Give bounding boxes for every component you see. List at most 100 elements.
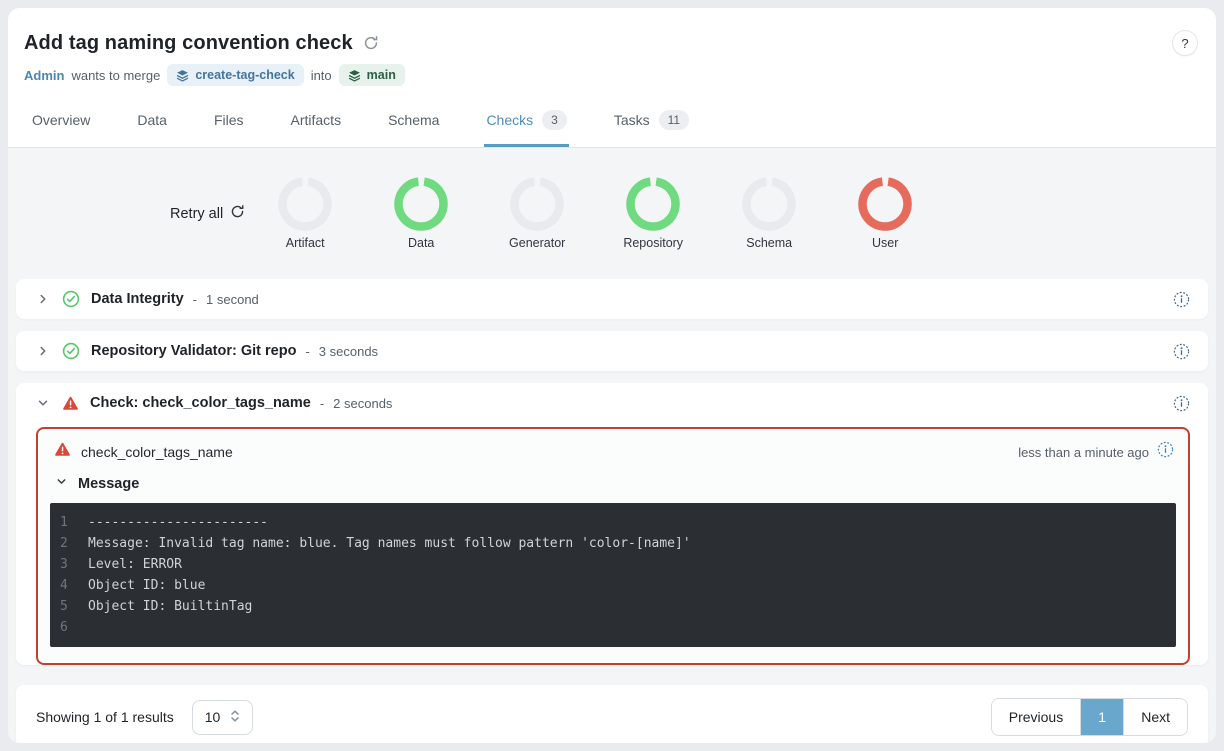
warning-triangle-icon <box>54 442 71 462</box>
page-header: Add tag naming convention check ? Admin … <box>8 8 1216 148</box>
tab-tasks[interactable]: Tasks 11 <box>612 108 691 147</box>
alert-header: check_color_tags_name less than a minute… <box>38 429 1188 471</box>
pagination: Previous 1 Next <box>991 698 1188 736</box>
check-duration: 3 seconds <box>319 344 378 359</box>
line-number: 6 <box>60 617 76 638</box>
checks-count-badge: 3 <box>542 110 567 130</box>
separator: - <box>305 344 309 359</box>
tab-label: Tasks <box>614 112 650 128</box>
gauge-schema[interactable]: Schema <box>711 177 827 250</box>
check-error-panel: check_color_tags_name less than a minute… <box>36 427 1190 665</box>
previous-page-button[interactable]: Previous <box>992 699 1080 735</box>
merge-text: wants to merge <box>71 68 160 83</box>
line-text: Object ID: BuiltinTag <box>88 596 252 617</box>
line-text: Object ID: blue <box>88 575 205 596</box>
source-branch-badge[interactable]: create-tag-check <box>167 64 303 86</box>
results-count-text: Showing 1 of 1 results <box>36 709 174 725</box>
gauge-generator[interactable]: Generator <box>479 177 595 250</box>
chevron-down-icon <box>55 475 68 493</box>
check-row-data-integrity: Data Integrity - 1 second <box>16 279 1208 319</box>
chevron-right-icon[interactable] <box>36 292 50 306</box>
retry-row: Retry all Artifact Data Generator <box>16 148 1208 279</box>
gauge-label: Repository <box>623 236 683 250</box>
progress-ring-icon <box>394 177 448 231</box>
message-section-label: Message <box>78 476 139 492</box>
error-log-code-block[interactable]: 1----------------------- 2Message: Inval… <box>50 503 1176 647</box>
gauge-label: Schema <box>746 236 792 250</box>
code-line: 4 Object ID: blue <box>50 575 1176 596</box>
gauge-label: User <box>872 236 898 250</box>
check-title: Data Integrity <box>91 291 184 307</box>
gauge-user[interactable]: User <box>827 177 943 250</box>
refresh-icon <box>230 204 245 223</box>
refresh-icon[interactable] <box>363 35 379 51</box>
page-size-select[interactable]: 10 <box>192 700 254 735</box>
tasks-count-badge: 11 <box>659 110 689 130</box>
target-branch-label: main <box>367 68 396 82</box>
gauge-label: Generator <box>509 236 565 250</box>
merge-request-page: Add tag naming convention check ? Admin … <box>8 8 1216 743</box>
gauge-repository[interactable]: Repository <box>595 177 711 250</box>
check-row-header[interactable]: Check: check_color_tags_name - 2 seconds <box>16 383 1208 423</box>
tab-artifacts[interactable]: Artifacts <box>289 108 344 147</box>
tab-label: Overview <box>32 112 90 128</box>
current-page-button[interactable]: 1 <box>1080 699 1124 735</box>
help-button[interactable]: ? <box>1172 30 1198 56</box>
progress-ring-icon <box>510 177 564 231</box>
tab-label: Data <box>137 112 167 128</box>
code-line: 5Object ID: BuiltinTag <box>50 596 1176 617</box>
line-text: Message: Invalid tag name: blue. Tag nam… <box>88 533 691 554</box>
info-icon[interactable] <box>1173 395 1190 412</box>
layers-icon <box>348 69 361 82</box>
tab-files[interactable]: Files <box>212 108 246 147</box>
separator: - <box>193 292 197 307</box>
code-line: 1----------------------- <box>50 512 1176 533</box>
info-icon[interactable] <box>1157 441 1174 463</box>
progress-ring-icon <box>742 177 796 231</box>
tab-label: Files <box>214 112 244 128</box>
chevron-down-icon[interactable] <box>36 396 50 410</box>
gauge-artifact[interactable]: Artifact <box>247 177 363 250</box>
code-line: 6 <box>50 617 1176 638</box>
page-title: Add tag naming convention check <box>24 32 353 55</box>
check-duration: 1 second <box>206 292 259 307</box>
separator: - <box>320 396 324 411</box>
check-row-color-tags: Check: check_color_tags_name - 2 seconds… <box>16 383 1208 665</box>
retry-all-button[interactable]: Retry all <box>170 204 245 223</box>
check-row-header[interactable]: Data Integrity - 1 second <box>16 279 1208 319</box>
tab-schema[interactable]: Schema <box>386 108 441 147</box>
tab-bar: Overview Data Files Artifacts Schema Che… <box>8 108 1216 148</box>
line-number: 4 <box>60 575 76 596</box>
check-title: Check: check_color_tags_name <box>90 395 311 411</box>
info-icon[interactable] <box>1173 291 1190 308</box>
code-line: 2Message: Invalid tag name: blue. Tag na… <box>50 533 1176 554</box>
progress-ring-icon <box>858 177 912 231</box>
check-gauges: Artifact Data Generator Repository Schem… <box>247 177 943 250</box>
line-number: 1 <box>60 512 76 533</box>
tab-checks[interactable]: Checks 3 <box>484 108 568 147</box>
check-duration: 2 seconds <box>333 396 392 411</box>
author-link[interactable]: Admin <box>24 68 64 83</box>
line-text: Level: ERROR <box>88 554 182 575</box>
tab-label: Checks <box>486 112 533 128</box>
layers-icon <box>176 69 189 82</box>
target-branch-badge[interactable]: main <box>339 64 405 86</box>
merge-summary: Admin wants to merge create-tag-check in… <box>24 64 1216 86</box>
info-icon[interactable] <box>1173 343 1190 360</box>
tab-overview[interactable]: Overview <box>30 108 92 147</box>
checks-panel: Retry all Artifact Data Generator <box>8 148 1216 743</box>
progress-ring-icon <box>626 177 680 231</box>
chevron-right-icon[interactable] <box>36 344 50 358</box>
check-row-header[interactable]: Repository Validator: Git repo - 3 secon… <box>16 331 1208 371</box>
retry-all-label: Retry all <box>170 206 223 222</box>
success-check-icon <box>62 290 80 308</box>
stepper-icon <box>230 709 240 726</box>
next-page-button[interactable]: Next <box>1124 699 1187 735</box>
message-section-toggle[interactable]: Message <box>38 471 1188 503</box>
line-number: 3 <box>60 554 76 575</box>
tab-data[interactable]: Data <box>135 108 169 147</box>
gauge-data[interactable]: Data <box>363 177 479 250</box>
tab-label: Artifacts <box>291 112 342 128</box>
results-footer: Showing 1 of 1 results 10 Previous 1 Nex… <box>16 685 1208 743</box>
gauge-label: Artifact <box>286 236 325 250</box>
